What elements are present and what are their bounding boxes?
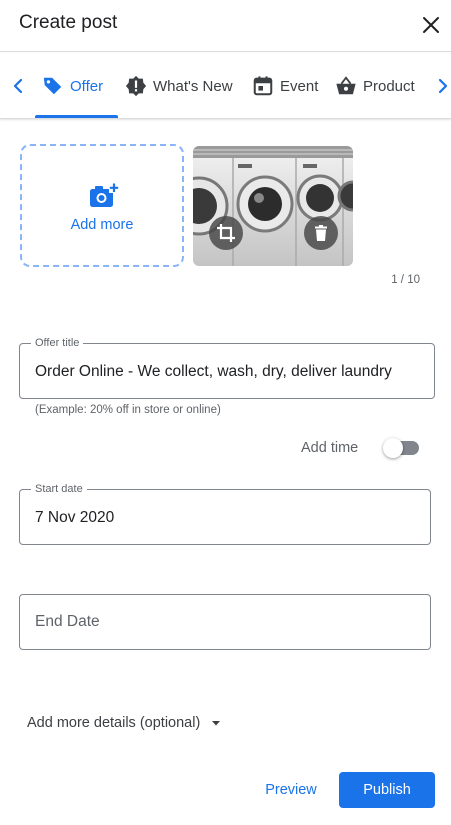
tab-event-label: Event	[280, 77, 319, 95]
add-more-details-dropdown[interactable]: Add more details (optional)	[27, 715, 222, 731]
tab-product[interactable]: Product	[335, 73, 415, 99]
tab-product-label: Product	[363, 77, 415, 95]
tab-offer[interactable]: Offer	[42, 73, 103, 99]
close-button[interactable]	[419, 13, 443, 37]
chevron-left-icon	[13, 78, 23, 94]
tab-event[interactable]: Event	[252, 73, 318, 99]
offer-title-helper-text: (Example: 20% off in store or online)	[35, 404, 221, 416]
close-icon	[423, 17, 439, 33]
preview-button[interactable]: Preview	[259, 772, 323, 808]
tab-whats-new-label: What's New	[153, 77, 233, 95]
toggle-thumb	[383, 438, 403, 458]
badge-alert-icon	[125, 75, 147, 97]
add-photo-icon	[90, 183, 119, 207]
delete-photo-button[interactable]	[304, 216, 338, 250]
offer-title-field[interactable]: Offer title Order Online - We collect, w…	[19, 336, 435, 399]
add-more-label: Add more	[70, 217, 134, 233]
start-date-label: Start date	[31, 482, 87, 496]
media-counter: 1 / 10	[391, 274, 420, 286]
dialog-title: Create post	[19, 12, 118, 33]
start-date-value: 7 Nov 2020	[35, 509, 115, 526]
start-date-field[interactable]: Start date 7 Nov 2020	[19, 482, 431, 545]
add-more-details-label: Add more details (optional)	[27, 715, 201, 731]
end-date-placeholder: End Date	[35, 613, 100, 630]
add-time-label: Add time	[301, 440, 359, 456]
tabs-next-button[interactable]	[433, 77, 451, 95]
caret-down-icon	[212, 721, 221, 726]
crop-icon	[217, 224, 235, 242]
offer-title-value: Order Online - We collect, wash, dry, de…	[35, 363, 392, 380]
tab-offer-label: Offer	[70, 77, 104, 95]
tab-whats-new[interactable]: What's New	[125, 73, 233, 99]
publish-button[interactable]: Publish	[339, 772, 435, 808]
chevron-right-icon	[438, 78, 448, 94]
uploaded-photo	[193, 146, 353, 266]
basket-icon	[336, 76, 356, 95]
tabs-prev-button[interactable]	[10, 77, 28, 95]
trash-icon	[315, 225, 327, 241]
active-tab-indicator	[35, 115, 118, 118]
dialog-header: Create post	[0, 0, 451, 52]
add-time-toggle[interactable]	[383, 438, 421, 458]
post-type-tabs: Offer What's New Event Product	[0, 53, 451, 119]
tag-icon	[43, 77, 62, 95]
add-more-media-button[interactable]: Add more	[20, 144, 184, 267]
offer-title-label: Offer title	[31, 336, 84, 350]
crop-photo-button[interactable]	[209, 216, 243, 250]
calendar-icon	[253, 76, 273, 96]
end-date-field[interactable]: End Date	[19, 594, 431, 650]
